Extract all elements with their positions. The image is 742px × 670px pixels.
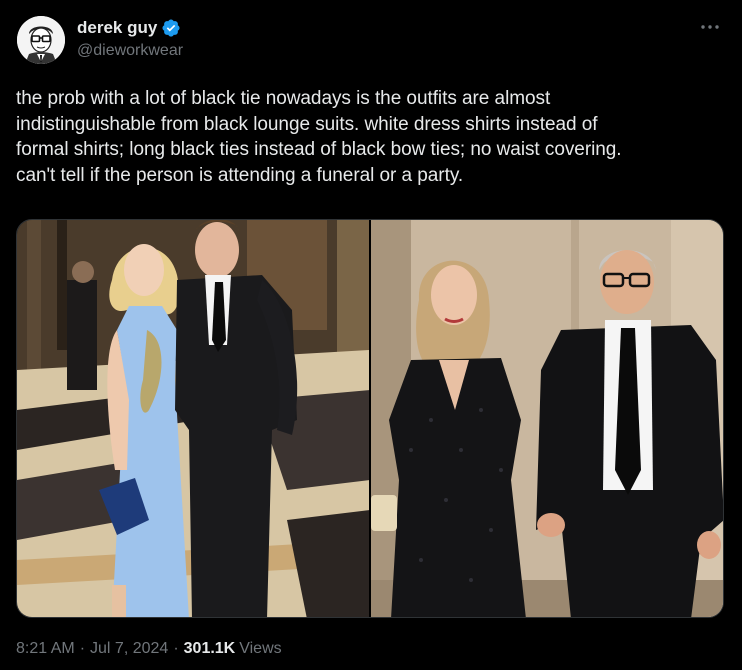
- photo-left-image: [17, 220, 369, 617]
- tweet-text: the prob with a lot of black tie nowaday…: [16, 86, 732, 188]
- more-options-icon[interactable]: [699, 18, 721, 36]
- tweet-text-line: can't tell if the person is attending a …: [16, 164, 464, 186]
- tweet-media[interactable]: [16, 219, 724, 618]
- views-label: Views: [239, 640, 282, 657]
- tweet-meta: 8:21 AM · Jul 7, 2024 · 301.1K Views: [16, 640, 282, 658]
- photo-right-image: [371, 220, 723, 617]
- tweet-text-line: the prob with a lot of black tie nowaday…: [16, 88, 551, 109]
- meta-separator: ·: [79, 640, 86, 657]
- tweet-text-line: indistinguishable from black lounge suit…: [16, 113, 598, 135]
- avatar[interactable]: [17, 16, 65, 64]
- author-handle[interactable]: @dieworkwear: [77, 42, 183, 60]
- tweet-date[interactable]: Jul 7, 2024: [90, 640, 168, 658]
- tweet-card: derek guy @dieworkwear the prob with a l…: [0, 0, 742, 670]
- tweet-time[interactable]: 8:21 AM: [16, 640, 75, 658]
- author-display-name[interactable]: derek guy: [77, 18, 157, 38]
- meta-separator: ·: [173, 640, 179, 657]
- views-count[interactable]: 301.1K: [184, 640, 236, 658]
- photo-left[interactable]: [17, 220, 369, 617]
- author-name-row[interactable]: derek guy: [77, 17, 181, 39]
- photo-right[interactable]: [371, 220, 723, 617]
- verified-badge-icon[interactable]: [161, 18, 181, 38]
- avatar-illustration: [17, 16, 65, 64]
- tweet-text-line: formal shirts; long black ties instead o…: [16, 139, 622, 160]
